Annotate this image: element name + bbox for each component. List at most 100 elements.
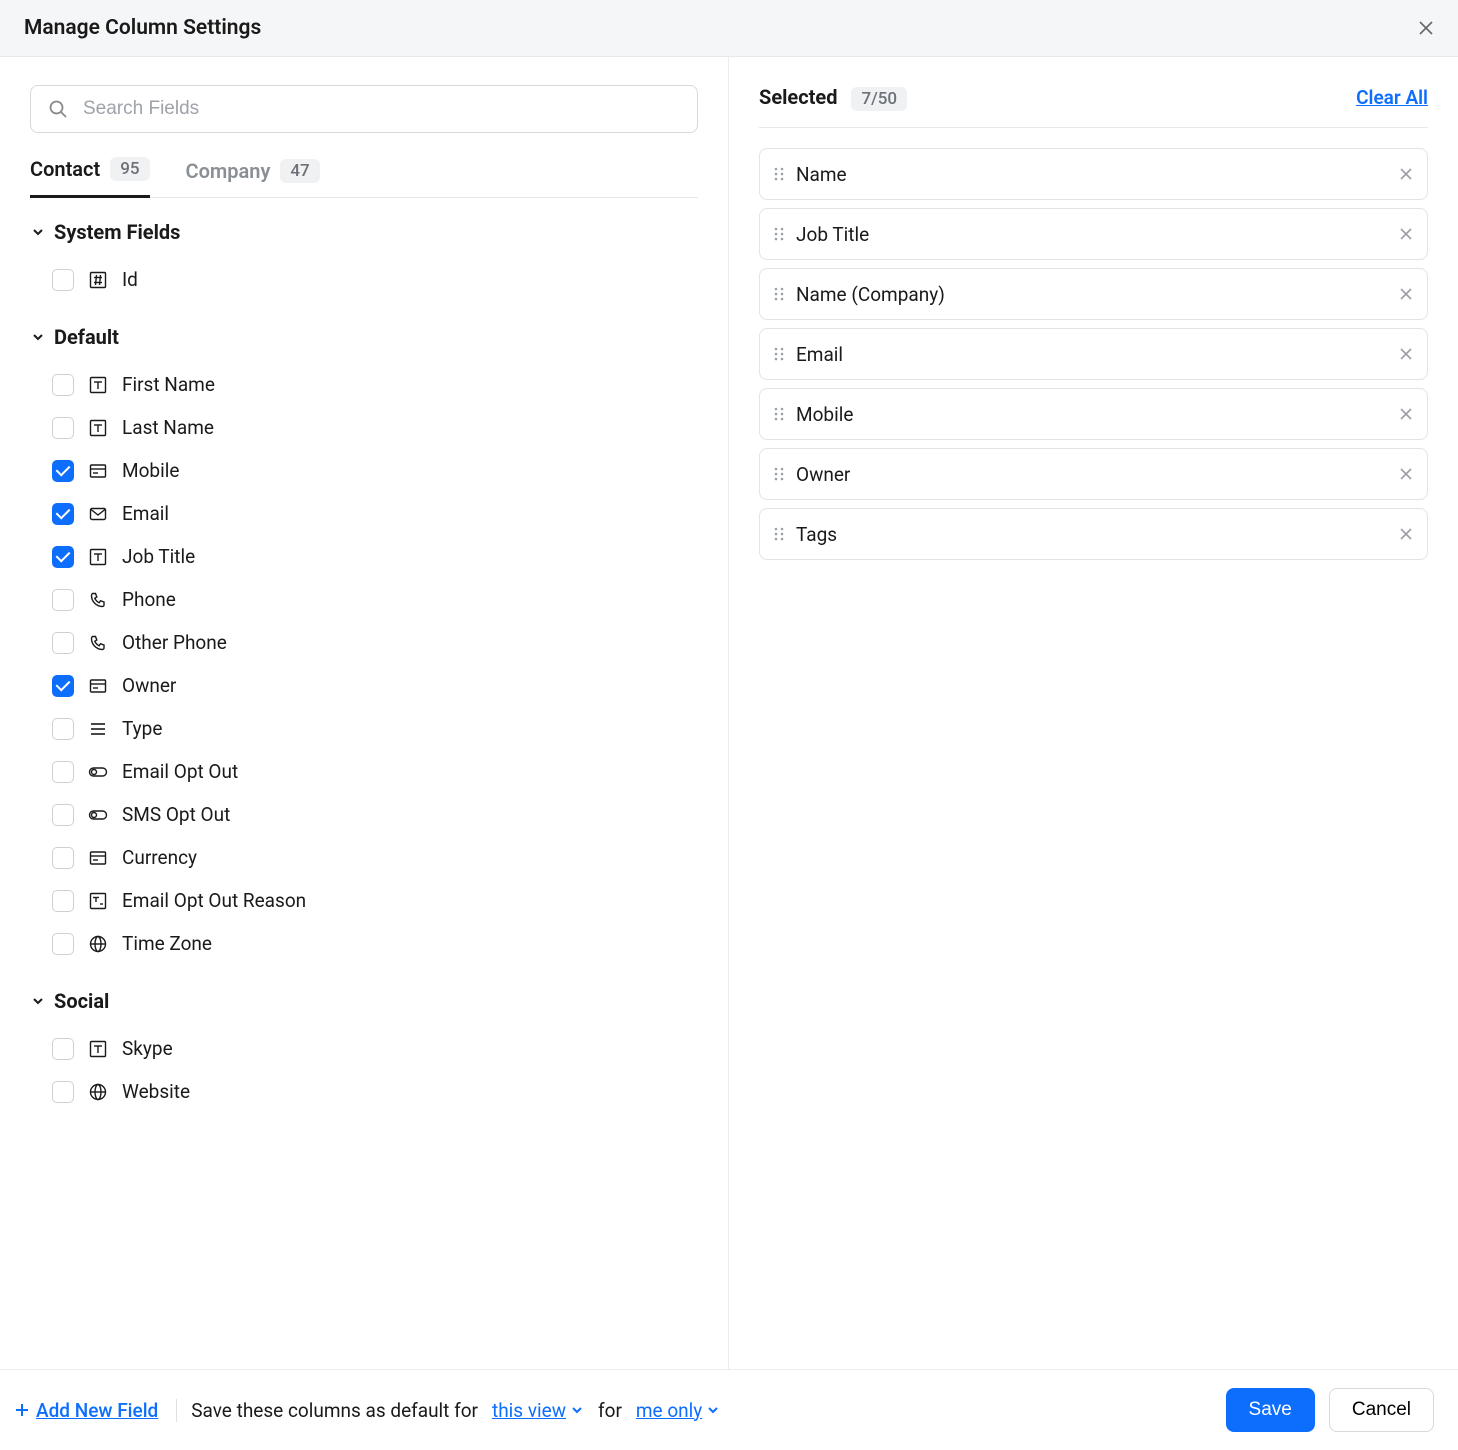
remove-button[interactable] xyxy=(1399,347,1413,361)
remove-button[interactable] xyxy=(1399,167,1413,181)
tabs: Contact 95 Company 47 xyxy=(30,157,698,198)
scope-user-dropdown[interactable]: me only xyxy=(636,1399,720,1422)
selected-item[interactable]: Mobile xyxy=(759,388,1428,440)
remove-button[interactable] xyxy=(1399,287,1413,301)
field-row: Owner xyxy=(30,664,698,707)
group-header[interactable]: Social xyxy=(30,989,698,1013)
field-checkbox[interactable] xyxy=(52,503,74,525)
field-row: Phone xyxy=(30,578,698,621)
close-button[interactable] xyxy=(1418,20,1434,36)
remove-button[interactable] xyxy=(1399,467,1413,481)
field-checkbox[interactable] xyxy=(52,718,74,740)
drag-handle-icon[interactable] xyxy=(774,406,784,422)
field-checkbox[interactable] xyxy=(52,374,74,396)
field-checkbox[interactable] xyxy=(52,589,74,611)
add-new-field-link[interactable]: Add New Field xyxy=(14,1399,177,1422)
selected-item-label: Tags xyxy=(796,523,1387,546)
globe-icon xyxy=(88,934,108,954)
field-row: Job Title xyxy=(30,535,698,578)
remove-button[interactable] xyxy=(1399,227,1413,241)
field-checkbox[interactable] xyxy=(52,1038,74,1060)
field-row: Id xyxy=(30,258,698,301)
drag-handle-icon[interactable] xyxy=(774,286,784,302)
footer-text-1: Save these columns as default for xyxy=(191,1399,478,1422)
field-checkbox[interactable] xyxy=(52,933,74,955)
dialog-title: Manage Column Settings xyxy=(24,16,261,40)
toggle-icon xyxy=(88,762,108,782)
group-header[interactable]: Default xyxy=(30,325,698,349)
tab-label: Company xyxy=(186,159,271,183)
field-checkbox[interactable] xyxy=(52,761,74,783)
field-group: DefaultFirst NameLast NameMobileEmailJob… xyxy=(30,325,698,965)
drag-handle-icon[interactable] xyxy=(774,466,784,482)
chevron-down-icon xyxy=(706,1403,720,1417)
group-title: Default xyxy=(54,325,119,349)
clear-all-link[interactable]: Clear All xyxy=(1356,86,1428,109)
field-label: Time Zone xyxy=(122,932,212,955)
field-groups: System Fields Id Default First Name Last Nam… xyxy=(30,220,698,1137)
field-group: SocialSkypeWebsite xyxy=(30,989,698,1113)
toggle-icon xyxy=(88,805,108,825)
search-wrap xyxy=(30,85,698,133)
field-checkbox[interactable] xyxy=(52,1081,74,1103)
text-icon xyxy=(88,418,108,438)
tab-count-badge: 47 xyxy=(280,159,319,183)
text-icon xyxy=(88,547,108,567)
field-row: Website xyxy=(30,1070,698,1113)
field-checkbox[interactable] xyxy=(52,417,74,439)
chevron-down-icon xyxy=(30,224,46,240)
phone-icon xyxy=(88,633,108,653)
selected-item-label: Owner xyxy=(796,463,1387,486)
chevron-down-icon xyxy=(30,993,46,1009)
field-checkbox[interactable] xyxy=(52,632,74,654)
drag-handle-icon[interactable] xyxy=(774,226,784,242)
field-label: Website xyxy=(122,1080,190,1103)
right-panel: Selected 7/50 Clear All Name Job Title Nam… xyxy=(729,57,1458,1369)
selected-item[interactable]: Owner xyxy=(759,448,1428,500)
group-header[interactable]: System Fields xyxy=(30,220,698,244)
field-row: Last Name xyxy=(30,406,698,449)
field-row: First Name xyxy=(30,363,698,406)
field-label: Id xyxy=(122,268,138,291)
scope-view-label: this view xyxy=(492,1399,566,1422)
field-label: Email Opt Out xyxy=(122,760,238,783)
field-group: System Fields Id xyxy=(30,220,698,301)
field-label: First Name xyxy=(122,373,215,396)
field-checkbox[interactable] xyxy=(52,804,74,826)
selected-count: 7/50 xyxy=(851,87,907,111)
drag-handle-icon[interactable] xyxy=(774,346,784,362)
remove-button[interactable] xyxy=(1399,527,1413,541)
save-button[interactable]: Save xyxy=(1226,1388,1315,1432)
tab-count-badge: 95 xyxy=(110,157,149,181)
drag-handle-icon[interactable] xyxy=(774,526,784,542)
selected-title: Selected xyxy=(759,85,837,109)
field-checkbox[interactable] xyxy=(52,675,74,697)
field-label: Other Phone xyxy=(122,631,227,654)
drag-handle-icon[interactable] xyxy=(774,166,784,182)
dialog-header: Manage Column Settings xyxy=(0,0,1458,57)
scope-view-dropdown[interactable]: this view xyxy=(492,1399,584,1422)
tab-contact[interactable]: Contact 95 xyxy=(30,157,150,198)
selected-item[interactable]: Job Title xyxy=(759,208,1428,260)
selected-item[interactable]: Name xyxy=(759,148,1428,200)
field-checkbox[interactable] xyxy=(52,546,74,568)
add-new-field-label: Add New Field xyxy=(36,1399,158,1422)
tab-label: Contact xyxy=(30,157,100,181)
chevron-down-icon xyxy=(570,1403,584,1417)
selected-item[interactable]: Tags xyxy=(759,508,1428,560)
field-checkbox[interactable] xyxy=(52,269,74,291)
search-input[interactable] xyxy=(30,85,698,133)
selected-item[interactable]: Name (Company) xyxy=(759,268,1428,320)
plus-icon xyxy=(14,1402,30,1418)
remove-button[interactable] xyxy=(1399,407,1413,421)
cancel-button[interactable]: Cancel xyxy=(1329,1388,1434,1432)
textbox-icon xyxy=(88,891,108,911)
field-row: Other Phone xyxy=(30,621,698,664)
field-checkbox[interactable] xyxy=(52,460,74,482)
field-checkbox[interactable] xyxy=(52,890,74,912)
field-label: Email xyxy=(122,502,169,525)
tab-company[interactable]: Company 47 xyxy=(186,157,320,198)
selected-item[interactable]: Email xyxy=(759,328,1428,380)
card-icon xyxy=(88,676,108,696)
field-checkbox[interactable] xyxy=(52,847,74,869)
